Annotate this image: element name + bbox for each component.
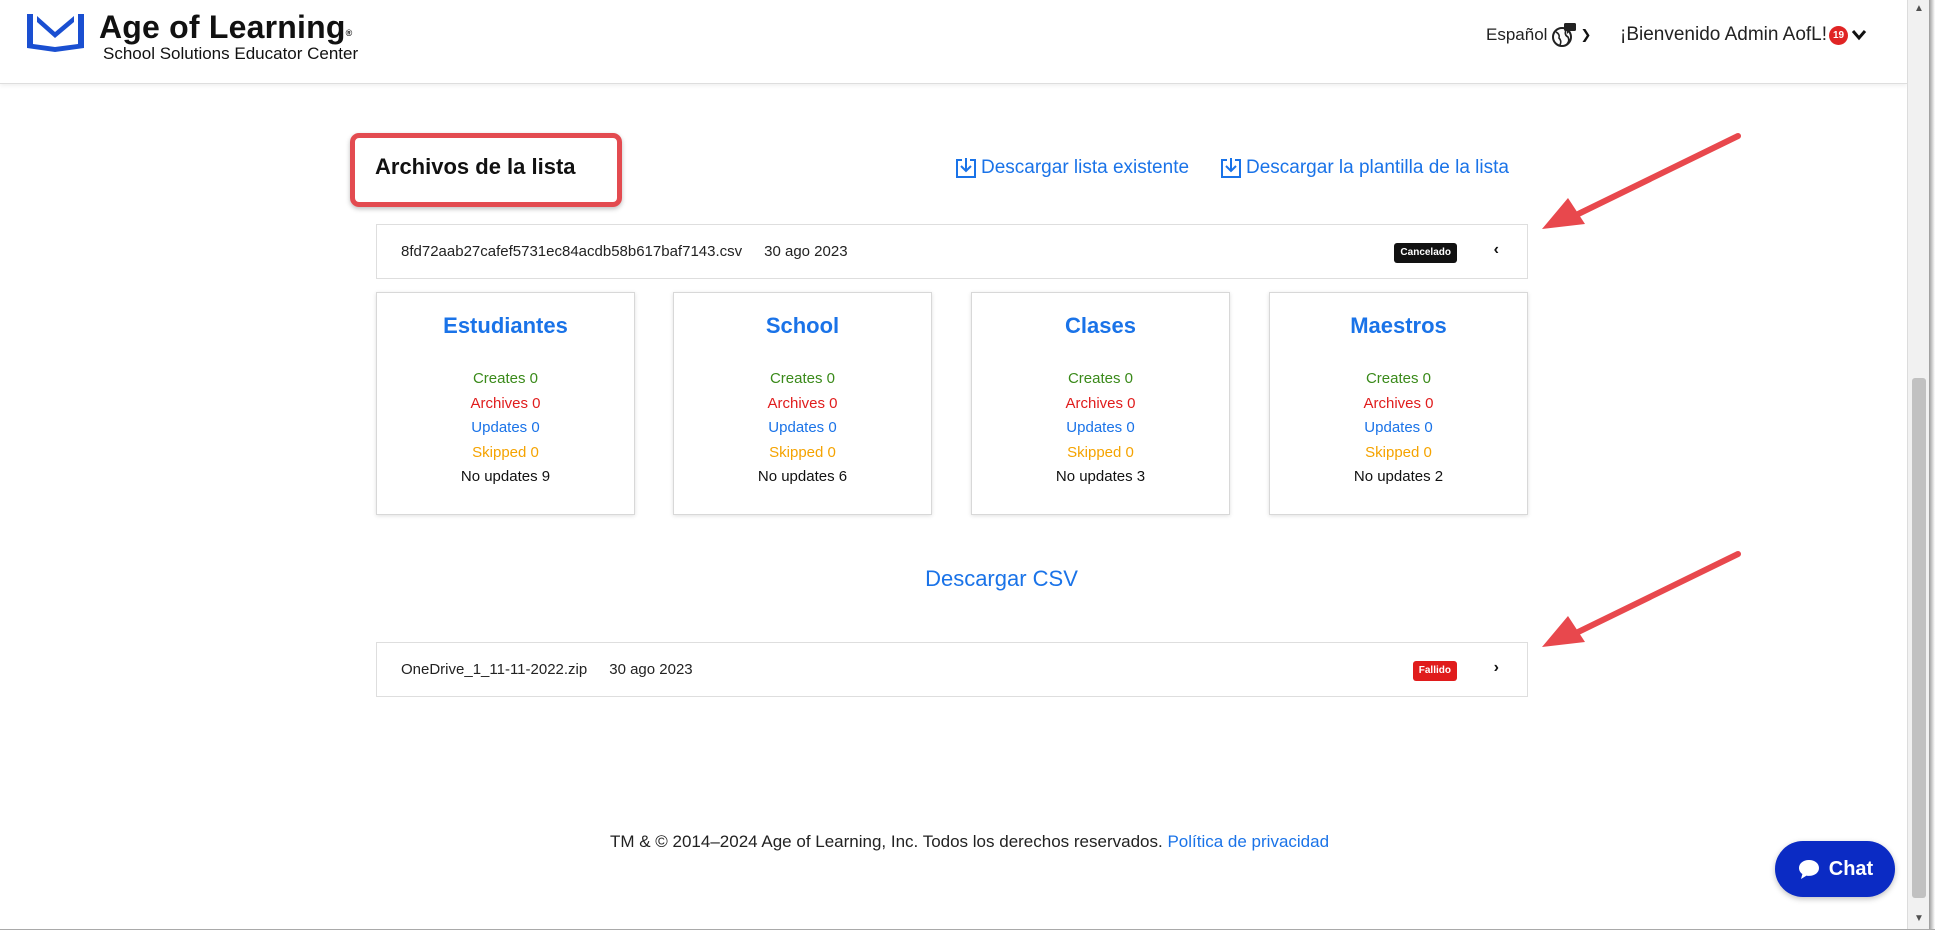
stats-card-teachers: Maestros Creates 0 Archives 0 Updates 0 … [1269, 292, 1528, 515]
top-header: Age of Learning® School Solutions Educat… [0, 0, 1907, 84]
welcome-text: ¡Bienvenido Admin AofL! [1620, 24, 1828, 45]
scroll-up-arrow-icon[interactable]: ▲ [1911, 2, 1927, 16]
download-template-label: Descargar la plantilla de la lista [1246, 157, 1509, 178]
download-icon [956, 158, 976, 178]
card-title: Maestros [1350, 313, 1447, 338]
file-row[interactable]: OneDrive_1_11-11-2022.zip 30 ago 2023 Fa… [376, 642, 1528, 697]
annotation-arrow-icon [1542, 133, 1741, 229]
chat-label: Chat [1828, 857, 1874, 880]
download-existing-label: Descargar lista existente [981, 157, 1190, 178]
download-template-link[interactable]: Descargar la plantilla de la lista [1220, 157, 1509, 179]
archives-count: Archives 0 [470, 394, 541, 412]
archives-count: Archives 0 [767, 394, 838, 412]
no-updates-count: No updates 2 [1353, 468, 1444, 485]
footer: TM & © 2014–2024 Age of Learning, Inc. T… [0, 832, 1907, 852]
updates-count: Updates 0 [471, 419, 540, 436]
annotation-arrow-icon [1542, 551, 1741, 647]
chevron-right-icon[interactable]: › [1494, 659, 1499, 677]
page: Age of Learning® School Solutions Educat… [0, 0, 1907, 929]
updates-count: Updates 0 [1066, 419, 1135, 436]
no-updates-count: No updates 6 [757, 468, 848, 485]
no-updates-count: No updates 9 [460, 468, 551, 485]
scroll-down-arrow-icon[interactable]: ▼ [1911, 912, 1927, 926]
card-title: Estudiantes [443, 313, 568, 338]
chevron-down-icon: ❯ [1580, 27, 1592, 42]
stats-card-students: Estudiantes Creates 0 Archives 0 Updates… [376, 292, 635, 515]
window-shadow [1929, 0, 1935, 939]
chevron-left-icon[interactable]: ‹ [1494, 241, 1499, 259]
status-badge: Fallido [1412, 661, 1457, 681]
vertical-scrollbar[interactable]: ▲ ▼ [1907, 0, 1929, 929]
archives-count: Archives 0 [1065, 394, 1136, 412]
skipped-count: Skipped 0 [1365, 443, 1432, 461]
logo-subtitle: School Solutions Educator Center [103, 44, 359, 63]
status-badge: Cancelado [1394, 243, 1457, 263]
age-of-learning-logo[interactable]: Age of Learning® School Solutions Educat… [24, 10, 358, 70]
privacy-policy-link[interactable]: Política de privacidad [1167, 832, 1329, 851]
file-row[interactable]: 8fd72aab27cafef5731ec84acdb58b617baf7143… [376, 224, 1528, 279]
download-existing-list-link[interactable]: Descargar lista existente [955, 157, 1189, 179]
user-menu[interactable]: ¡Bienvenido Admin AofL! 19 [1620, 24, 1867, 46]
chevron-down-icon [1851, 30, 1867, 41]
archives-count: Archives 0 [1363, 394, 1434, 412]
stats-card-school: School Creates 0 Archives 0 Updates 0 Sk… [673, 292, 932, 515]
registered-mark: ® [345, 28, 353, 38]
chat-button[interactable]: Chat [1775, 841, 1895, 897]
card-title: School [765, 313, 840, 338]
stats-card-classes: Clases Creates 0 Archives 0 Updates 0 Sk… [971, 292, 1230, 515]
notification-badge: 19 [1829, 25, 1849, 45]
copyright-text: TM & © 2014–2024 Age of Learning, Inc. T… [609, 832, 1163, 851]
skipped-count: Skipped 0 [769, 443, 836, 461]
language-selector[interactable]: Español ❯ [1486, 22, 1591, 48]
updates-count: Updates 0 [768, 419, 837, 436]
creates-count: Creates 0 [1365, 370, 1432, 387]
logo-name: Age of Learning [99, 9, 346, 45]
download-icon [1221, 158, 1241, 178]
file-name: 8fd72aab27cafef5731ec84acdb58b617baf7143… [401, 243, 743, 260]
globe-language-icon [1552, 23, 1577, 47]
skipped-count: Skipped 0 [472, 443, 539, 461]
language-label: Español [1486, 25, 1548, 44]
creates-count: Creates 0 [1067, 370, 1134, 387]
creates-count: Creates 0 [472, 370, 539, 387]
creates-count: Creates 0 [769, 370, 836, 387]
page-title: Archivos de la lista [375, 154, 576, 179]
no-updates-count: No updates 3 [1055, 468, 1146, 485]
card-title: Clases [1065, 313, 1136, 338]
window-bottom-edge [0, 929, 1935, 939]
logo-book-icon [27, 14, 84, 52]
skipped-count: Skipped 0 [1067, 443, 1134, 461]
updates-count: Updates 0 [1364, 419, 1433, 436]
chat-bubble-icon [1798, 860, 1819, 879]
scrollbar-thumb[interactable] [1912, 378, 1926, 898]
file-date: 30 ago 2023 [609, 661, 693, 678]
file-name: OneDrive_1_11-11-2022.zip [401, 661, 588, 678]
file-date: 30 ago 2023 [764, 243, 848, 260]
download-csv-link[interactable]: Descargar CSV [925, 566, 1078, 591]
